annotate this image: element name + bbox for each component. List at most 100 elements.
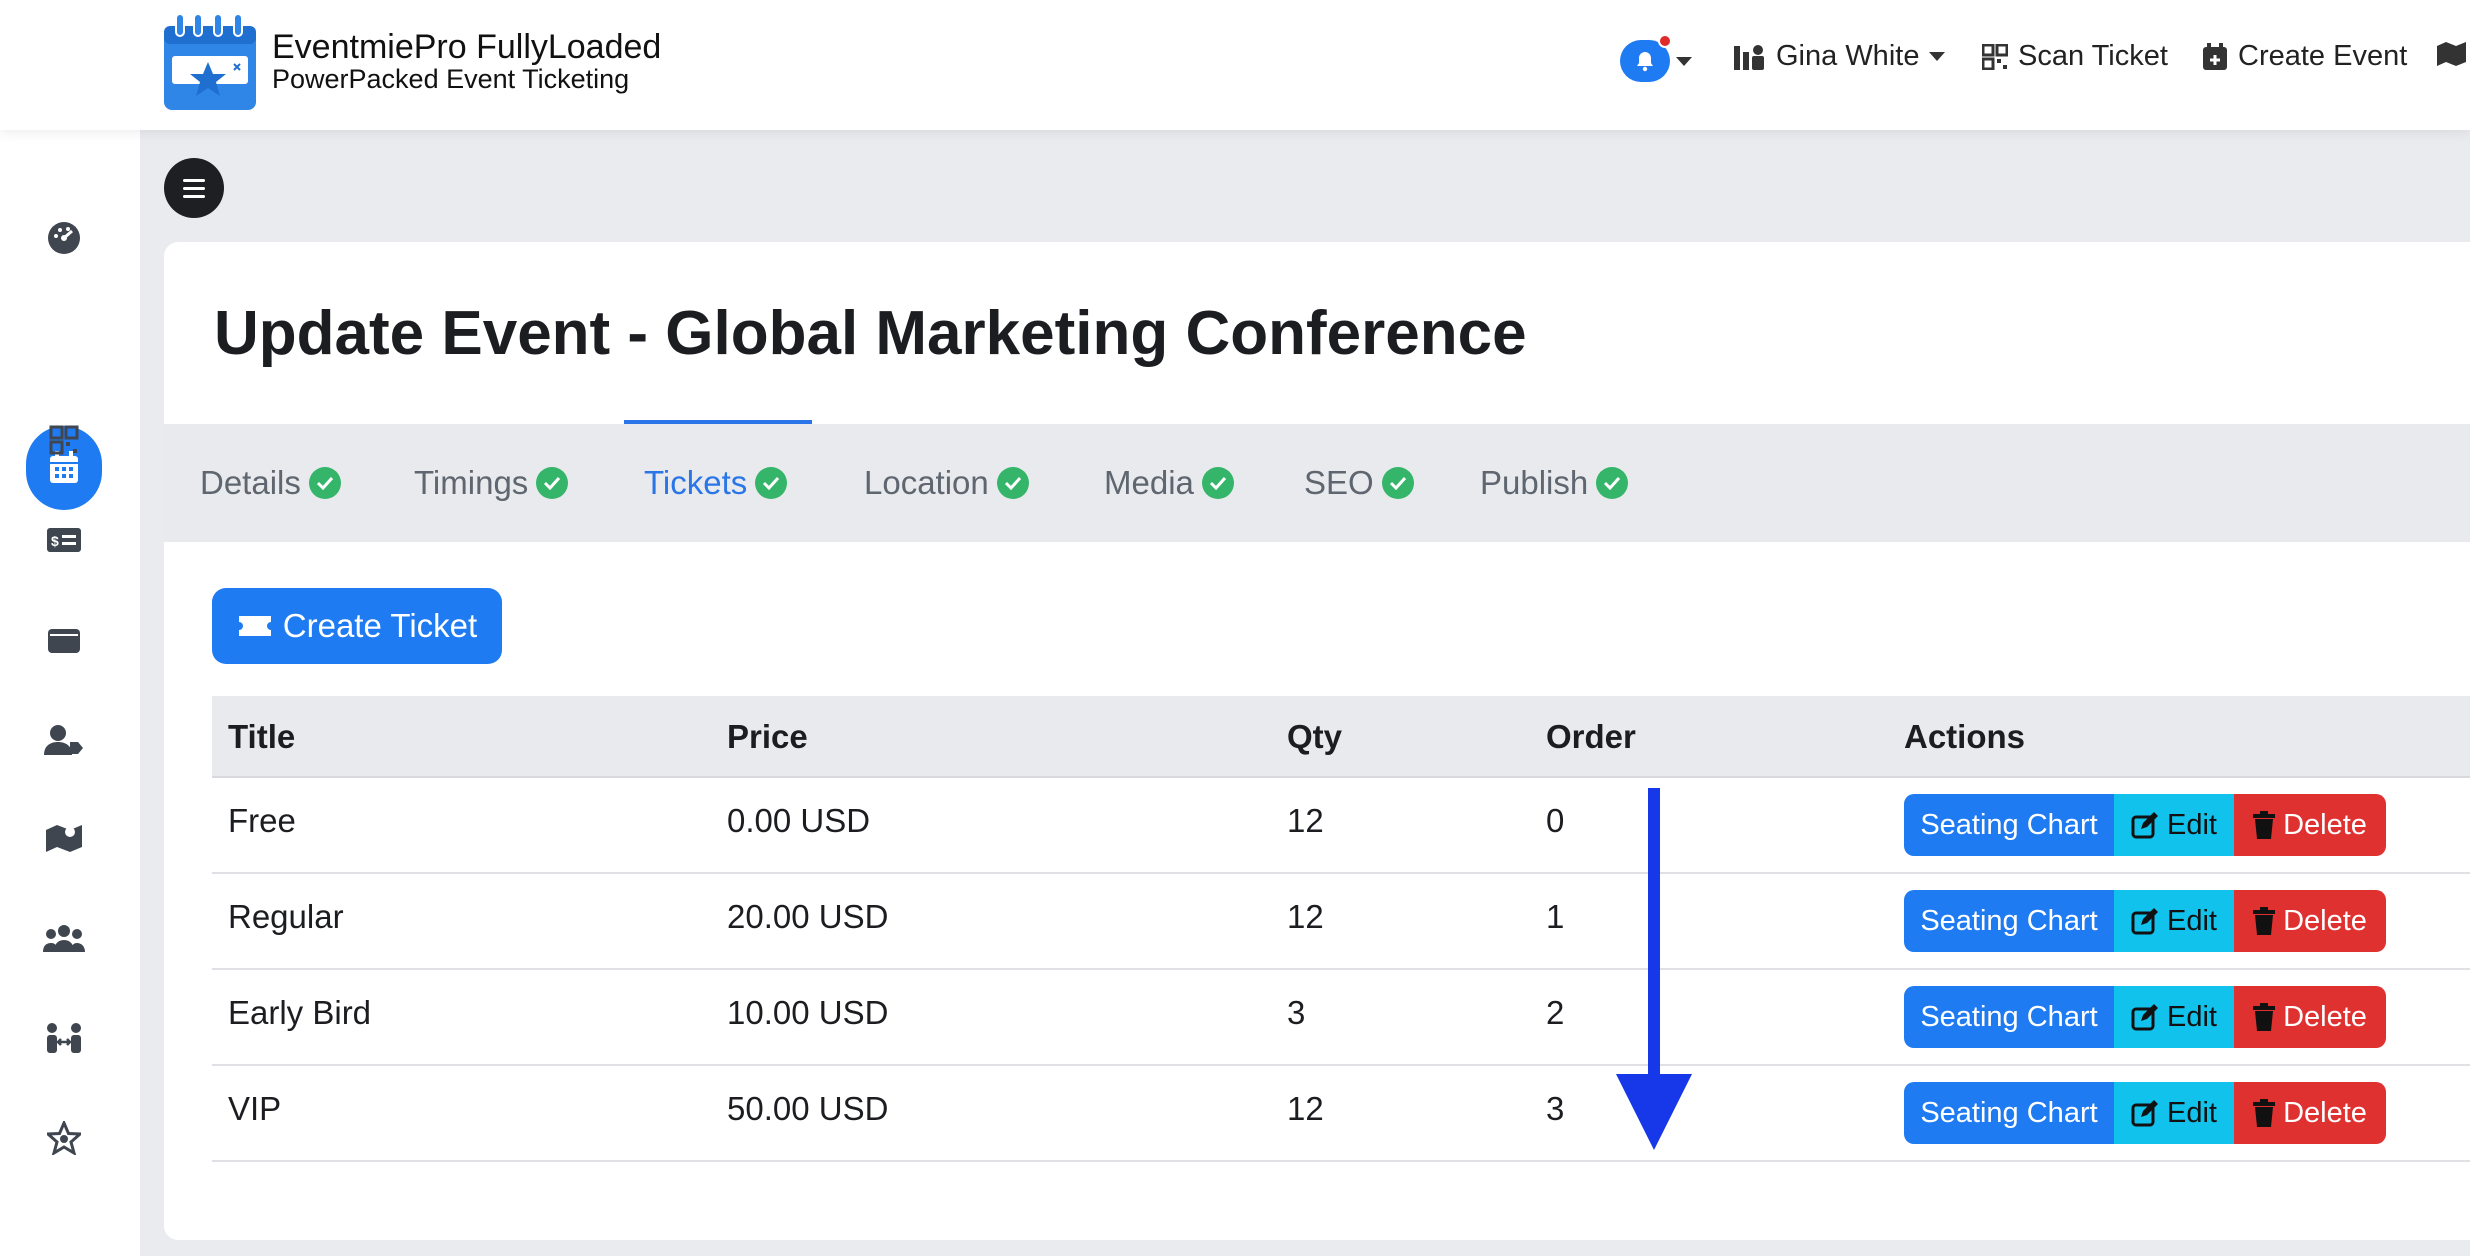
tab-timings[interactable]: Timings	[414, 464, 569, 502]
check-circle-icon	[1596, 467, 1629, 499]
create-event-label: Create Event	[2238, 40, 2408, 72]
tab-label: SEO	[1304, 464, 1374, 501]
cell-price: 0.00 USD	[727, 802, 871, 839]
cell-price: 20.00 USD	[727, 898, 889, 935]
header-qty: Qty	[1287, 718, 1343, 755]
edit-button[interactable]: Edit	[2114, 794, 2234, 856]
cell-qty: 3	[1287, 994, 1306, 1031]
user-tie-icon	[1734, 44, 1764, 70]
header-order: Order	[1546, 718, 1636, 755]
page-title: Update Event - Global Marketing Conferen…	[214, 299, 1527, 368]
qrcode-icon[interactable]	[40, 416, 88, 464]
ticket-icon	[238, 616, 271, 636]
header-price: Price	[727, 718, 808, 755]
cell-qty: 12	[1287, 898, 1324, 935]
cell-qty: 12	[1287, 802, 1324, 839]
active-tab-indicator	[624, 420, 812, 424]
map-icon	[2437, 42, 2466, 66]
edit-button[interactable]: Edit	[2114, 890, 2234, 952]
cell-price: 10.00 USD	[727, 994, 889, 1031]
check-circle-icon	[536, 467, 569, 499]
users-icon[interactable]	[40, 914, 88, 962]
trash-icon	[2253, 907, 2276, 935]
seating-chart-button[interactable]: Seating Chart	[1904, 986, 2114, 1048]
table-row: Free 0.00 USD 12 0 Seating Chart Edit De…	[212, 778, 2470, 874]
sidebar: $	[0, 130, 140, 1256]
row-actions: Seating Chart Edit Delete	[1904, 1082, 2386, 1144]
tab-label: Details	[200, 464, 301, 501]
table-row: Early Bird 10.00 USD 3 2 Seating Chart E…	[212, 970, 2470, 1066]
tab-label: Location	[864, 464, 989, 501]
create-ticket-label: Create Ticket	[282, 607, 478, 644]
user-tag-icon[interactable]	[40, 716, 88, 764]
row-actions: Seating Chart Edit Delete	[1904, 986, 2386, 1048]
cell-order: 2	[1546, 994, 1565, 1031]
edit-icon	[2131, 812, 2158, 839]
seating-chart-button[interactable]: Seating Chart	[1904, 890, 2114, 952]
event-tabs: Details Timings Tickets Location Media S…	[164, 420, 2470, 542]
cell-price: 50.00 USD	[727, 1090, 889, 1127]
tab-details[interactable]: Details	[200, 464, 341, 502]
user-name: Gina White	[1776, 40, 1920, 72]
cell-order: 1	[1546, 898, 1565, 935]
star-icon[interactable]	[40, 1114, 88, 1162]
tab-publish[interactable]: Publish	[1480, 464, 1629, 502]
tab-media[interactable]: Media	[1104, 464, 1234, 502]
edit-button[interactable]: Edit	[2114, 986, 2234, 1048]
cell-title: Early Bird	[228, 994, 372, 1031]
svg-text:$: $	[51, 533, 59, 549]
map-link[interactable]	[2436, 40, 2470, 68]
edit-icon	[2131, 1004, 2158, 1031]
edit-icon	[2131, 908, 2158, 935]
seating-chart-button[interactable]: Seating Chart	[1904, 1082, 2114, 1144]
brand-logo[interactable]	[162, 12, 258, 112]
user-menu[interactable]: Gina White	[1732, 40, 1946, 73]
cell-order: 0	[1546, 802, 1565, 839]
delete-button[interactable]: Delete	[2234, 890, 2386, 952]
scan-ticket-label: Scan Ticket	[2018, 40, 2168, 72]
menu-toggle-button[interactable]	[164, 158, 224, 218]
hamburger-icon	[183, 178, 205, 182]
seating-chart-button[interactable]: Seating Chart	[1904, 794, 2114, 856]
tab-label: Publish	[1480, 464, 1589, 501]
map-icon[interactable]	[40, 814, 88, 862]
tab-label: Tickets	[644, 464, 748, 501]
tab-label: Timings	[414, 464, 529, 501]
header-title: Title	[228, 718, 296, 755]
top-navbar: EventmiePro FullyLoaded PowerPacked Even…	[0, 0, 2470, 130]
cell-title: VIP	[228, 1090, 282, 1127]
dashboard-icon[interactable]	[40, 214, 88, 262]
table-header: Title Price Qty Order Actions	[212, 696, 2470, 778]
cell-order: 3	[1546, 1090, 1565, 1127]
check-circle-icon	[755, 467, 788, 499]
people-arrows-icon[interactable]	[40, 1014, 88, 1062]
edit-icon	[2131, 1100, 2158, 1127]
tab-seo[interactable]: SEO	[1304, 464, 1414, 502]
brand-subtitle: PowerPacked Event Ticketing	[272, 64, 630, 94]
bell-icon[interactable]	[1620, 34, 1672, 82]
notifications-dropdown[interactable]	[1620, 34, 1692, 82]
arrow-down-annotation	[1616, 788, 1692, 1150]
scan-ticket-link[interactable]: Scan Ticket	[1982, 40, 2168, 73]
wallet-icon[interactable]	[40, 616, 88, 664]
cell-title: Free	[228, 802, 296, 839]
tab-tickets[interactable]: Tickets	[644, 464, 788, 502]
create-event-link[interactable]: Create Event	[2202, 40, 2407, 73]
check-circle-icon	[996, 467, 1029, 499]
money-check-icon[interactable]: $	[40, 516, 88, 564]
cell-qty: 12	[1287, 1090, 1324, 1127]
row-actions: Seating Chart Edit Delete	[1904, 794, 2386, 856]
create-ticket-button[interactable]: Create Ticket	[212, 588, 502, 664]
chevron-down-icon	[1676, 56, 1692, 66]
trash-icon	[2253, 1003, 2276, 1031]
delete-button[interactable]: Delete	[2234, 986, 2386, 1048]
event-card: Update Event - Global Marketing Conferen…	[164, 242, 2470, 1240]
chevron-down-icon	[1929, 52, 1946, 61]
tab-location[interactable]: Location	[864, 464, 1029, 502]
delete-button[interactable]: Delete	[2234, 794, 2386, 856]
edit-button[interactable]: Edit	[2114, 1082, 2234, 1144]
brand-title: EventmiePro FullyLoaded	[272, 28, 662, 66]
tab-label: Media	[1104, 464, 1194, 501]
trash-icon	[2253, 1099, 2276, 1127]
delete-button[interactable]: Delete	[2234, 1082, 2386, 1144]
